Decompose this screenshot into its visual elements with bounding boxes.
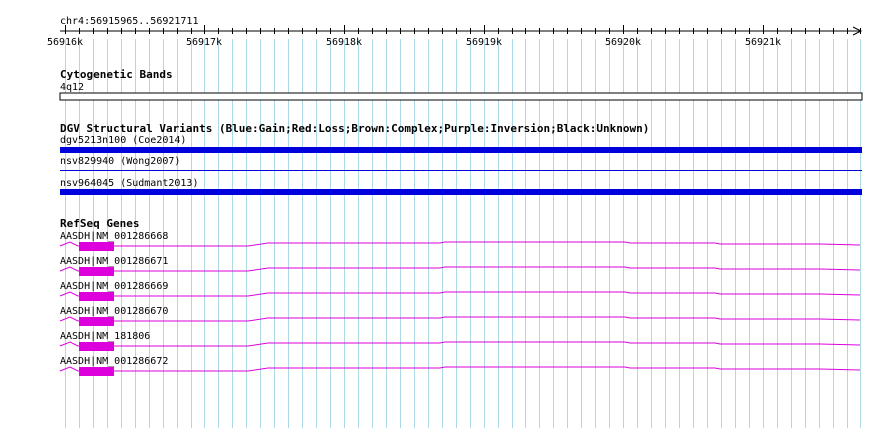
- gene-feature[interactable]: AASDH|NM_001286672: [59, 356, 861, 376]
- dgv-feature-label: nsv829940 (Wong2007): [60, 156, 180, 167]
- dgv-feature-bar[interactable]: [60, 170, 862, 171]
- gene-exon[interactable]: [79, 292, 114, 301]
- cytoband-ideogram[interactable]: [59, 92, 863, 101]
- location-label: chr4:56915965..56921711: [60, 16, 198, 27]
- track-title-dgv: DGV Structural Variants (Blue:Gain;Red:L…: [60, 122, 649, 135]
- track-canvas[interactable]: chr4:56915965..56921711 56916k 56917k 5691…: [0, 0, 890, 428]
- gene-feature[interactable]: AASDH|NM_181806: [59, 331, 861, 351]
- gene-feature[interactable]: AASDH|NM_001286668: [59, 231, 861, 251]
- dgv-feature-label: dgv5213n100 (Coe2014): [60, 135, 186, 146]
- cytogenetic-bands-track[interactable]: Cytogenetic Bands 4q12: [59, 68, 863, 101]
- gene-label: AASDH|NM_001286669: [60, 281, 168, 292]
- dgv-feature-label: nsv964045 (Sudmant2013): [60, 178, 198, 189]
- gene-label: AASDH|NM_001286672: [60, 356, 168, 367]
- ruler-tick-label: 56917k: [186, 37, 222, 48]
- ruler-tick-label: 56919k: [466, 37, 502, 48]
- dgv-structural-variants-track[interactable]: DGV Structural Variants (Blue:Gain;Red:L…: [60, 122, 862, 195]
- gene-exon[interactable]: [79, 342, 114, 351]
- gene-exon[interactable]: [79, 367, 114, 376]
- cytoband-label: 4q12: [60, 82, 84, 93]
- dgv-feature-bar[interactable]: [60, 189, 862, 195]
- gene-feature[interactable]: AASDH|NM_001286671: [59, 256, 861, 276]
- gene-feature[interactable]: AASDH|NM_001286670: [59, 306, 861, 326]
- gene-intron-line: [59, 316, 861, 322]
- gene-exon[interactable]: [79, 317, 114, 326]
- gene-intron-line: [59, 241, 861, 247]
- track-title-refseq: RefSeq Genes: [60, 217, 139, 230]
- dgv-feature-bar[interactable]: [60, 147, 862, 153]
- ruler-tick-label: 56916k: [47, 37, 83, 48]
- ruler-tick-label: 56920k: [605, 37, 641, 48]
- ruler-tick-label: 56918k: [326, 37, 362, 48]
- genome-browser-panel[interactable]: chr4:56915965..56921711 56916k 56917k 5691…: [0, 0, 890, 428]
- refseq-genes-track[interactable]: RefSeq Genes AASDH|NM_001286668 AASDH|NM_…: [59, 217, 861, 376]
- gene-intron-line: [59, 291, 861, 297]
- ruler-tick-label: 56921k: [745, 37, 781, 48]
- track-title-cytobands: Cytogenetic Bands: [60, 68, 173, 81]
- gene-label: AASDH|NM_001286670: [60, 306, 168, 317]
- gene-exon[interactable]: [79, 242, 114, 251]
- gene-exon[interactable]: [79, 267, 114, 276]
- gene-label: AASDH|NM_001286668: [60, 231, 168, 242]
- gene-feature[interactable]: AASDH|NM_001286669: [59, 281, 861, 301]
- gene-label: AASDH|NM_181806: [60, 331, 150, 342]
- gene-intron-line: [59, 341, 861, 347]
- gene-intron-line: [59, 366, 861, 372]
- gene-intron-line: [59, 266, 861, 272]
- ruler[interactable]: 56916k 56917k 56918k 56919k 56920k 56921k: [47, 25, 863, 48]
- gene-label: AASDH|NM_001286671: [60, 256, 168, 267]
